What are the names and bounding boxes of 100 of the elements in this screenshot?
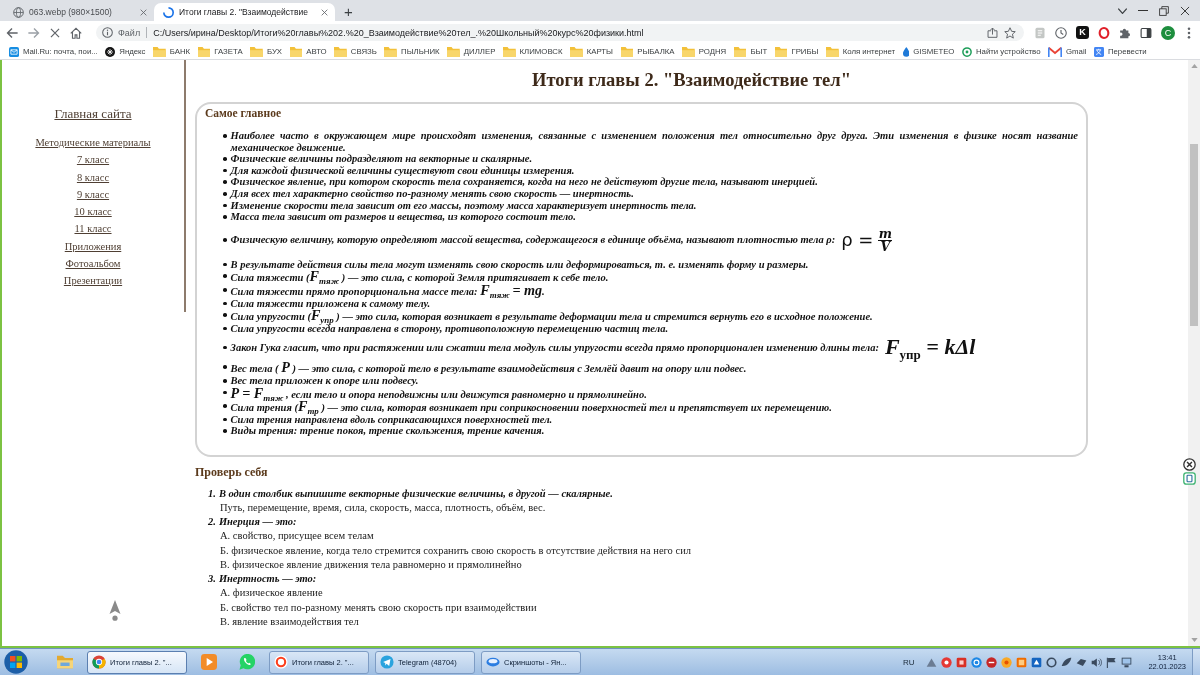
- answer-line: А. свойство, присущее всем телам: [220, 530, 374, 542]
- answer-line: В. явление взаимодействия тел: [220, 615, 359, 627]
- folder-icon: [384, 46, 398, 57]
- new-tab-button[interactable]: +: [336, 3, 360, 21]
- folder-icon: [153, 46, 166, 57]
- question-number: 1.: [208, 486, 216, 501]
- sidebar-link[interactable]: Приложения: [64, 237, 122, 256]
- summary-item: Закон Гука гласит, что при растяжении или сжатии тела модуль силы упругости всегда прямо пропорционален изменению длины тела:: [230, 341, 879, 354]
- summary-item: Физические величины подразделяют на векторные и скалярные.: [230, 153, 534, 165]
- clock-icon[interactable]: [1055, 26, 1067, 39]
- app-icon[interactable]: [986, 656, 998, 668]
- star-icon[interactable]: [1004, 26, 1016, 39]
- bullet-icon: [223, 215, 227, 219]
- summary-item: Изменение скорости тела зависит от его массы, поэтому масса характеризует инертность тела.: [230, 199, 698, 212]
- scrollbar[interactable]: [1188, 60, 1200, 646]
- summary-item: Сила упругости (F$_{упр}$ ) — это сила, которая возникает в результате деформации тела и стремится вернуть его в исходное положение.: [230, 309, 874, 323]
- triangle-icon[interactable]: [926, 656, 938, 668]
- folder-icon: [733, 46, 747, 57]
- summary-item: В результате действия силы тела могут изменять свою скорость или деформироваться, т. е. изменять форму и размеры.: [230, 258, 810, 271]
- sparkle-icon: [105, 46, 116, 57]
- bullet-icon: [223, 301, 227, 306]
- app-icon[interactable]: [1031, 656, 1043, 668]
- browser-icon: [92, 655, 106, 669]
- volume-icon[interactable]: [1091, 656, 1103, 668]
- summary-item: Сила трения (F$_{тр}$ ) — это сила, которая возникает при соприкосновении поверхностей тел и препятствует их перемещению.: [230, 400, 833, 414]
- sidebar-link[interactable]: 11 класс: [74, 220, 112, 238]
- more-icon[interactable]: [1187, 26, 1191, 39]
- app-icon[interactable]: [1183, 472, 1196, 485]
- envelope-icon: [1048, 46, 1062, 57]
- share-icon[interactable]: [987, 27, 998, 38]
- sidebar-link[interactable]: 8 класс: [76, 168, 110, 186]
- address-bar[interactable]: Файл C:/Users/ирина/Desktop/Итоги%20главы%202.%20_Взаимодействие%20тел_.%20Школьный%20курс%20физики.html: [96, 24, 1024, 41]
- answer-line: В. физическое явление движения тела равномерно и прямолинейно: [220, 558, 522, 570]
- folder-icon: [825, 46, 839, 57]
- bullet-icon: [223, 274, 227, 278]
- sidebar-link[interactable]: 9 класс: [76, 185, 110, 204]
- bullet-icon: [223, 417, 227, 422]
- summary-item: Сила тяжести приложена к самому телу.: [230, 297, 432, 310]
- monitor-icon[interactable]: [1121, 656, 1133, 668]
- folder-icon: [289, 46, 303, 57]
- sidebar-link[interactable]: Фотоальбом: [65, 255, 121, 273]
- sidebar-link[interactable]: Презентации: [63, 272, 123, 290]
- profile-button[interactable]: C: [1161, 25, 1175, 40]
- summary-item: Виды трения: трение покоя, трение скольжения, трение качения.: [230, 425, 546, 437]
- extension-button[interactable]: K: [1076, 26, 1089, 39]
- close-icon[interactable]: [1180, 5, 1190, 16]
- bullet-icon: [223, 168, 227, 173]
- app-icon[interactable]: [956, 656, 968, 668]
- up-arrow-icon[interactable]: [109, 600, 121, 621]
- sidebar-link[interactable]: 10 класс: [74, 203, 112, 221]
- folder-icon: [570, 46, 583, 57]
- ring-icon[interactable]: [1046, 656, 1058, 668]
- app-icon[interactable]: [971, 656, 983, 668]
- summary-item: Для всех тел характерно свойство по-разному менять свою скорость — инертность.: [230, 187, 635, 200]
- formula: F$_{упр}$ = kΔl: [884, 335, 976, 360]
- restore-icon[interactable]: [1159, 5, 1169, 16]
- side-panel-icon[interactable]: [1140, 26, 1152, 39]
- bullet-icon: [223, 191, 227, 196]
- home-icon[interactable]: [70, 26, 82, 39]
- sidebar-link[interactable]: 7 класс: [76, 151, 110, 169]
- summary-item: Для каждой физической величины существуют свои единицы измерения.: [230, 164, 576, 177]
- play-icon[interactable]: [201, 654, 217, 670]
- app-icon[interactable]: [941, 656, 953, 668]
- target-icon: [961, 46, 972, 57]
- app-icon[interactable]: [1001, 656, 1013, 668]
- leaf-icon[interactable]: [1061, 656, 1073, 668]
- sidebar-link[interactable]: Методические материалы: [35, 134, 151, 152]
- bullet-icon: [223, 203, 227, 208]
- back-icon[interactable]: [6, 26, 18, 39]
- home-link[interactable]: Главная сайта: [54, 106, 132, 122]
- folder-icon: [682, 46, 695, 57]
- app-icon[interactable]: [1076, 656, 1088, 668]
- browser-tab[interactable]: 063.webp (980×1500): [4, 3, 154, 21]
- bullet-icon: [223, 390, 227, 395]
- question-text: В один столбик выпишите векторные физические величины, в другой — скалярные.: [218, 486, 613, 501]
- start-button[interactable]: [4, 650, 28, 674]
- close-icon[interactable]: [1183, 458, 1196, 471]
- folder-icon: [620, 46, 634, 57]
- site-info-button[interactable]: Файл: [102, 27, 141, 38]
- bullet-icon: [223, 345, 227, 350]
- answer-line: Б. свойство тел по-разному менять свою скорость при взаимодействии: [220, 601, 537, 613]
- scrollbar-thumb[interactable]: [1190, 144, 1198, 326]
- bullet-icon: [223, 365, 227, 369]
- mail-icon: [9, 46, 19, 57]
- answer-line: А. физическое явление: [220, 587, 323, 599]
- saucer-icon: [486, 655, 500, 669]
- minimize-icon[interactable]: [1138, 9, 1148, 12]
- stop-icon[interactable]: [50, 27, 60, 38]
- section-heading: Проверь себя: [195, 464, 268, 480]
- paper-plane-icon: [380, 655, 394, 669]
- browser-tab[interactable]: Итоги главы 2. "Взаимодействие: [154, 3, 335, 21]
- forward-icon[interactable]: [28, 26, 40, 39]
- folder-icon: [502, 46, 516, 57]
- page-title: Итоги главы 2. "Взаимодействие тел": [531, 69, 852, 91]
- language-indicator[interactable]: RU: [902, 657, 915, 667]
- puzzle-icon[interactable]: [1119, 26, 1131, 39]
- bullet-icon: [223, 313, 227, 317]
- ring-icon[interactable]: [1098, 26, 1110, 39]
- chevron-down-icon[interactable]: [1118, 7, 1127, 14]
- flag-icon[interactable]: [1106, 656, 1118, 668]
